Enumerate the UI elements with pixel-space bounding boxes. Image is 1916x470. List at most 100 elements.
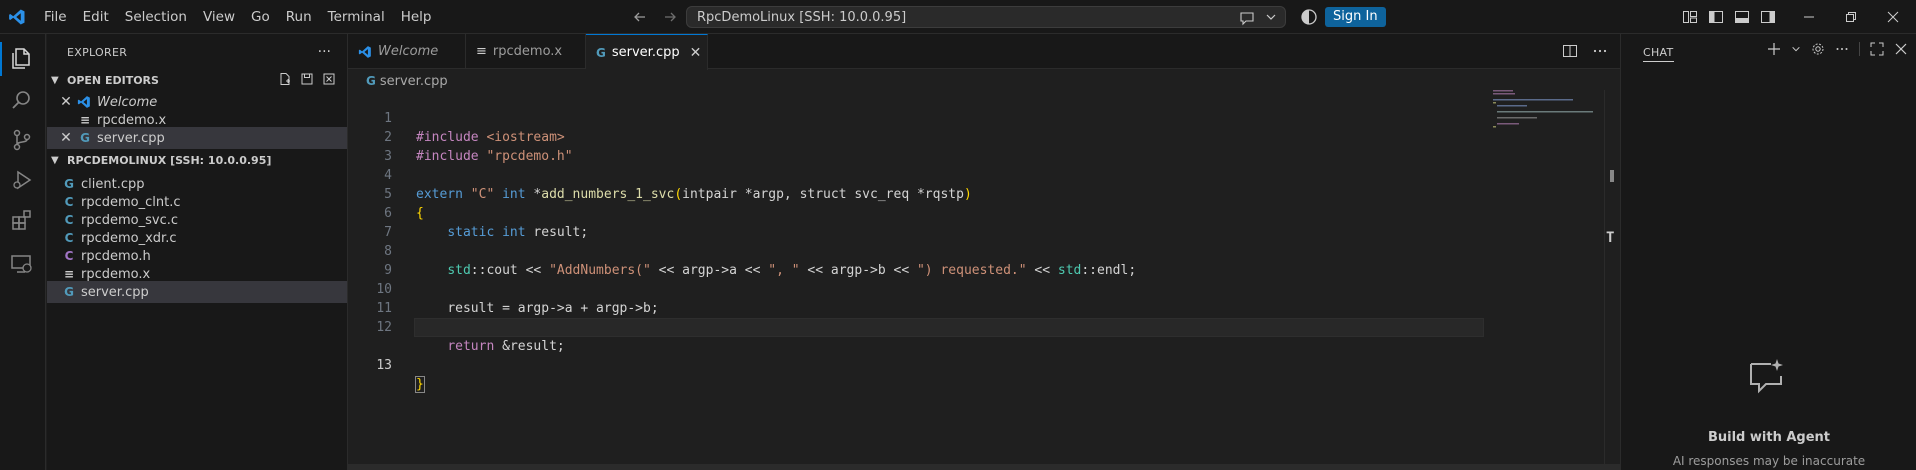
close-icon[interactable]	[1894, 42, 1908, 56]
chat-subtext: AI responses may be inaccurate	[1672, 454, 1866, 468]
close-all-icon[interactable]	[322, 72, 336, 86]
breadcrumb[interactable]: G server.cpp	[366, 72, 448, 90]
file-label: rpcdemo_svc.c	[81, 212, 179, 228]
command-center[interactable]: RpcDemoLinux [SSH: 10.0.0.95]	[686, 6, 1286, 28]
menu-selection[interactable]: Selection	[117, 9, 195, 25]
editor-area: Welcome ≡ rpcdemo.x G server.cpp ✕ G ser…	[348, 34, 1620, 470]
open-editor-label: Welcome	[97, 94, 158, 110]
search-icon	[12, 91, 30, 109]
close-window-button[interactable]	[1872, 0, 1914, 34]
maximize-icon[interactable]	[1870, 42, 1884, 56]
toggle-primary-sidebar-icon[interactable]	[1708, 9, 1724, 25]
c-icon: C	[64, 231, 74, 245]
open-editors-header[interactable]: ▼ OPEN EDITORS	[47, 69, 348, 91]
menu-edit[interactable]: Edit	[75, 9, 117, 25]
chat-panel: CHAT Build with Agent AI responses may b…	[1620, 34, 1916, 470]
vscode-icon	[358, 45, 371, 58]
breadcrumb-file: server.cpp	[379, 73, 448, 89]
sign-in-button[interactable]: Sign In	[1325, 7, 1386, 27]
open-editor-label: server.cpp	[97, 130, 165, 146]
code-line: 5 {	[348, 166, 1488, 221]
cpp-icon: G	[64, 177, 74, 191]
tab-rpcdemo-x[interactable]: ≡ rpcdemo.x	[466, 34, 586, 69]
remote-explorer-button[interactable]	[10, 252, 36, 278]
minimap[interactable]	[1493, 90, 1593, 130]
back-arrow-icon[interactable]	[632, 9, 648, 25]
run-debug-button[interactable]	[10, 168, 36, 194]
copilot-icon[interactable]	[1300, 8, 1318, 26]
active-indicator	[0, 42, 2, 76]
code-line: 11	[348, 280, 1488, 316]
search-button[interactable]	[10, 88, 36, 114]
more-actions-icon[interactable]	[1592, 43, 1608, 59]
code-line-current: 13 }	[348, 318, 1488, 393]
restore-button[interactable]	[1830, 0, 1872, 34]
vertical-scrollbar[interactable]	[1604, 90, 1619, 470]
tab-welcome[interactable]: Welcome	[348, 34, 466, 69]
c-icon: C	[64, 213, 74, 227]
workspace-title: RPCDEMOLINUX [SSH: 10.0.0.95]	[67, 153, 272, 167]
new-untitled-file-icon[interactable]	[278, 72, 292, 86]
tab-server-cpp[interactable]: G server.cpp ✕	[586, 34, 708, 70]
code-line: 3	[348, 128, 1488, 164]
extensions-button[interactable]	[10, 208, 36, 234]
close-icon[interactable]: ✕	[690, 45, 702, 61]
cursor-marker: T	[1606, 230, 1615, 246]
explorer-button[interactable]	[10, 46, 36, 72]
current-line-highlight	[414, 318, 1484, 337]
file-label: rpcdemo.h	[81, 248, 151, 264]
lines-icon: ≡	[79, 113, 91, 127]
chevron-down-icon[interactable]	[1265, 11, 1277, 23]
restore-icon	[1846, 12, 1856, 22]
code-token: return	[447, 339, 495, 354]
code-line: 6 static int result;	[348, 185, 1488, 240]
chat-tab[interactable]: CHAT	[1643, 46, 1674, 62]
tab-label: Welcome	[378, 44, 439, 59]
workspace-header[interactable]: ▼ RPCDEMOLINUX [SSH: 10.0.0.95]	[47, 149, 348, 171]
file-item-selected[interactable]: G server.cpp	[47, 281, 347, 303]
more-actions-icon[interactable]	[1835, 42, 1849, 56]
lines-icon: ≡	[476, 44, 487, 59]
title-bar: File Edit Selection View Go Run Terminal…	[0, 0, 1916, 34]
toggle-secondary-sidebar-icon[interactable]	[1760, 9, 1776, 25]
toggle-panel-icon[interactable]	[1734, 9, 1750, 25]
minimize-button[interactable]	[1788, 0, 1830, 34]
code-line: 12 return &result;	[348, 299, 1488, 354]
tab-label: rpcdemo.x	[492, 44, 563, 59]
code-line: 8 std::cout << "AddNumbers(" << argp->a …	[348, 223, 1488, 278]
run-debug-icon	[13, 170, 32, 190]
close-icon[interactable]: ✕	[59, 94, 73, 110]
source-control-button[interactable]	[10, 128, 36, 154]
menu-view[interactable]: View	[195, 9, 243, 25]
source-control-icon	[13, 129, 31, 151]
code-line: 7	[348, 204, 1488, 240]
menu-go[interactable]: Go	[243, 9, 278, 25]
agent-chat-icon	[1750, 359, 1783, 394]
cpp-icon: G	[64, 285, 74, 299]
tab-label: server.cpp	[611, 45, 680, 60]
file-label: rpcdemo_xdr.c	[81, 230, 177, 246]
gear-icon[interactable]	[1811, 42, 1825, 56]
split-editor-icon[interactable]	[1562, 43, 1578, 59]
lines-icon: ≡	[63, 267, 75, 281]
horizontal-scrollbar[interactable]	[348, 464, 1620, 470]
customize-layout-icon[interactable]	[1682, 9, 1698, 25]
sidebar-more-button[interactable]: ···	[318, 44, 331, 60]
menu-help[interactable]: Help	[393, 9, 440, 25]
forward-arrow-icon[interactable]	[662, 9, 678, 25]
code-token: }	[415, 376, 425, 393]
chat-icon[interactable]	[1239, 10, 1255, 26]
cpp-icon: G	[80, 131, 90, 145]
save-all-icon[interactable]	[300, 72, 314, 86]
code-editor[interactable]: 1 #include <iostream> 2 #include "rpcdem…	[348, 90, 1488, 393]
menu-file[interactable]: File	[36, 9, 75, 25]
file-label: rpcdemo_clnt.c	[81, 194, 181, 210]
new-chat-icon[interactable]	[1767, 42, 1781, 56]
menu-run[interactable]: Run	[278, 9, 320, 25]
tab-bar: Welcome ≡ rpcdemo.x G server.cpp ✕	[348, 34, 1620, 70]
chevron-down-icon[interactable]	[1791, 44, 1801, 54]
menu-terminal[interactable]: Terminal	[320, 9, 393, 25]
close-icon[interactable]: ✕	[59, 130, 73, 146]
open-editor-item-active[interactable]: ✕ G server.cpp	[47, 127, 347, 149]
h-icon: C	[64, 249, 74, 263]
